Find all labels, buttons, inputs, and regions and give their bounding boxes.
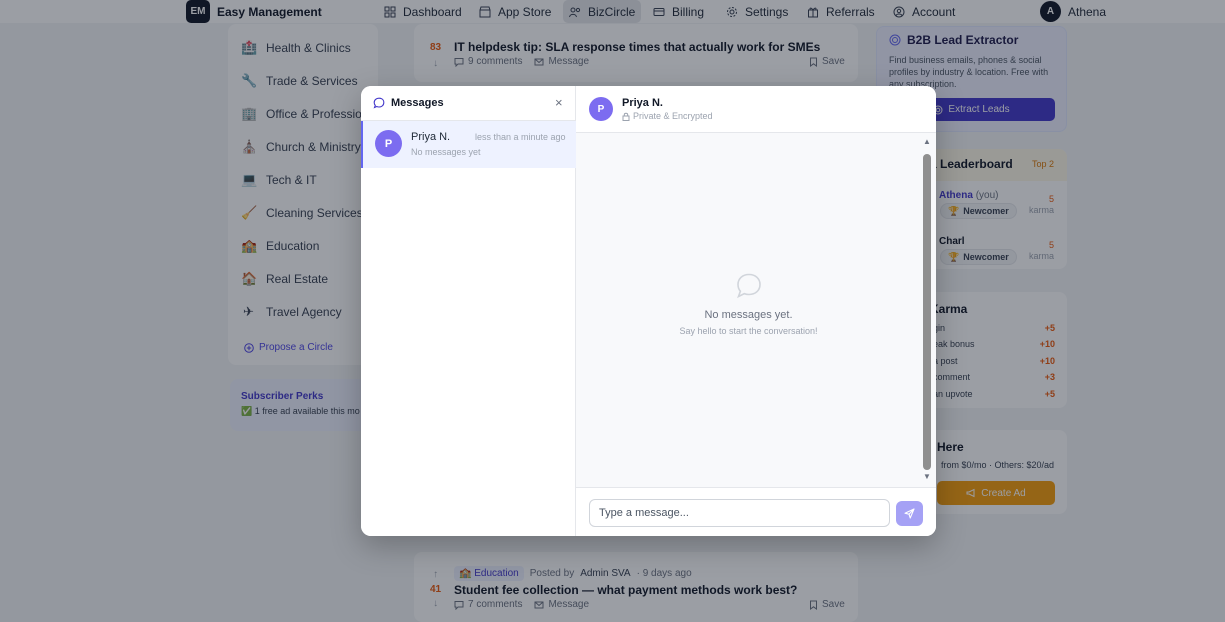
lock-icon xyxy=(622,112,630,121)
chat-bubble-icon xyxy=(736,273,761,299)
conversation-preview: No messages yet xyxy=(411,147,481,157)
message-input[interactable] xyxy=(589,499,890,527)
empty-subtitle: Say hello to start the conversation! xyxy=(679,326,818,336)
chat-panel: P Priya N. Private & Encrypted ▲ ▼ No me… xyxy=(576,86,936,536)
modal-backdrop-top xyxy=(0,0,1225,23)
chat-bubble-icon xyxy=(373,97,385,109)
avatar: P xyxy=(375,130,402,157)
conversation-item[interactable]: P Priya N. less than a minute ago No mes… xyxy=(361,121,576,168)
compose-bar xyxy=(576,487,936,536)
messages-modal: Messages × P Priya N. less than a minute… xyxy=(361,86,936,536)
send-button[interactable] xyxy=(896,501,923,526)
conversation-list-header: Messages xyxy=(361,86,576,121)
conversation-time: less than a minute ago xyxy=(475,132,566,142)
scrollbar-thumb[interactable] xyxy=(923,154,931,470)
empty-state: No messages yet. Say hello to start the … xyxy=(576,272,921,336)
chat-header: P Priya N. Private & Encrypted xyxy=(576,86,936,133)
chat-subtitle-text: Private & Encrypted xyxy=(633,111,713,121)
messages-title: Messages xyxy=(391,97,444,109)
avatar: P xyxy=(589,97,613,121)
close-icon[interactable]: × xyxy=(555,95,563,110)
conversation-name: Priya N. xyxy=(411,131,451,143)
conversation-list: Messages × P Priya N. less than a minute… xyxy=(361,86,576,536)
chat-contact-name: Priya N. xyxy=(622,97,663,109)
chat-subtitle: Private & Encrypted xyxy=(622,111,713,121)
empty-title: No messages yet. xyxy=(704,309,793,321)
scroll-down-arrow[interactable]: ▼ xyxy=(922,472,932,481)
send-icon xyxy=(904,508,915,519)
